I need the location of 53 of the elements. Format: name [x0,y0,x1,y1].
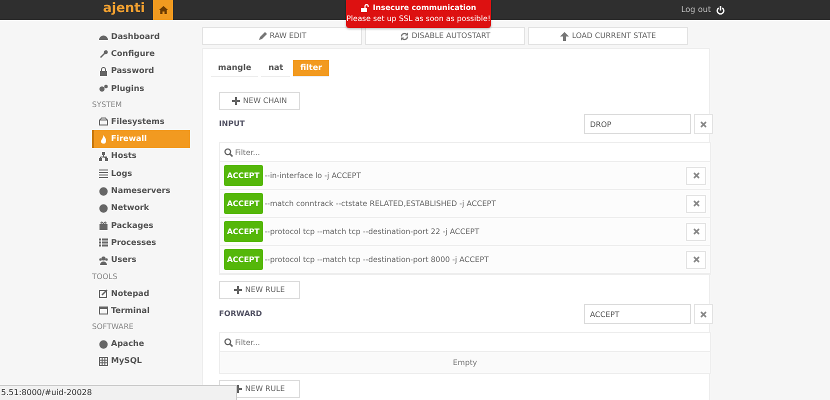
refresh-icon [400,32,409,40]
close-icon [692,172,700,179]
close-icon [700,310,707,318]
sidebar-item[interactable]: Filesystems [92,113,190,130]
pencil-icon [258,32,267,40]
search-icon [224,338,233,346]
plus-icon [234,286,242,294]
sidebar-item[interactable]: Logs [92,165,190,182]
sidebar-item[interactable]: Packages [92,216,190,234]
terminal-icon [99,306,108,316]
sidebar-item[interactable]: Notepad [92,284,190,302]
up-arrow-icon [560,32,569,40]
close-icon [692,256,700,263]
lock-icon [99,66,108,76]
list-icon [99,169,108,178]
table-icon [99,356,108,366]
delete-rule-button[interactable] [686,222,706,240]
pencil-icon [99,289,108,298]
sidebar-item[interactable]: MySQL [92,352,190,370]
delete-rule-button[interactable] [686,166,706,184]
logout-button[interactable]: Log out [681,0,725,20]
delete-rule-button[interactable] [686,250,706,268]
sidebar-item[interactable]: Processes [92,234,190,252]
delete-rule-button[interactable] [686,194,706,212]
home-icon [158,6,168,14]
close-icon [692,200,700,207]
users-icon [99,256,108,265]
list-icon [99,238,108,248]
sidebar-item[interactable]: Configure [92,45,190,63]
sidebar-item[interactable]: Terminal [92,302,190,320]
sidebar-item[interactable]: Hosts [92,148,190,166]
sidebar-item[interactable]: Nameservers [92,182,190,200]
sidebar-item[interactable]: Apache [92,335,190,353]
power-icon [716,6,725,14]
sidebar-item[interactable]: Plugins [92,80,190,98]
close-icon [700,120,707,128]
drive-icon [99,117,108,126]
app-logo: ajenti [103,0,146,18]
sidebar-item[interactable]: Network [92,200,190,217]
plus-icon [232,97,240,105]
sidebar-item[interactable]: Dashboard [92,28,190,46]
delete-chain-button[interactable] [694,114,713,134]
home-button[interactable] [153,0,173,20]
search-icon [224,148,233,156]
sidebar-item[interactable]: Users [92,252,190,269]
close-icon [692,228,700,235]
sidebar-item[interactable]: Password [92,62,190,80]
gift-icon [99,221,108,230]
unlock-icon [360,4,369,12]
sitemap-icon [99,152,108,161]
status-url-tooltip: 5.51:8000/#uid-20028 [0,385,237,400]
plus-icon [234,385,242,393]
delete-chain-button[interactable] [694,304,713,324]
